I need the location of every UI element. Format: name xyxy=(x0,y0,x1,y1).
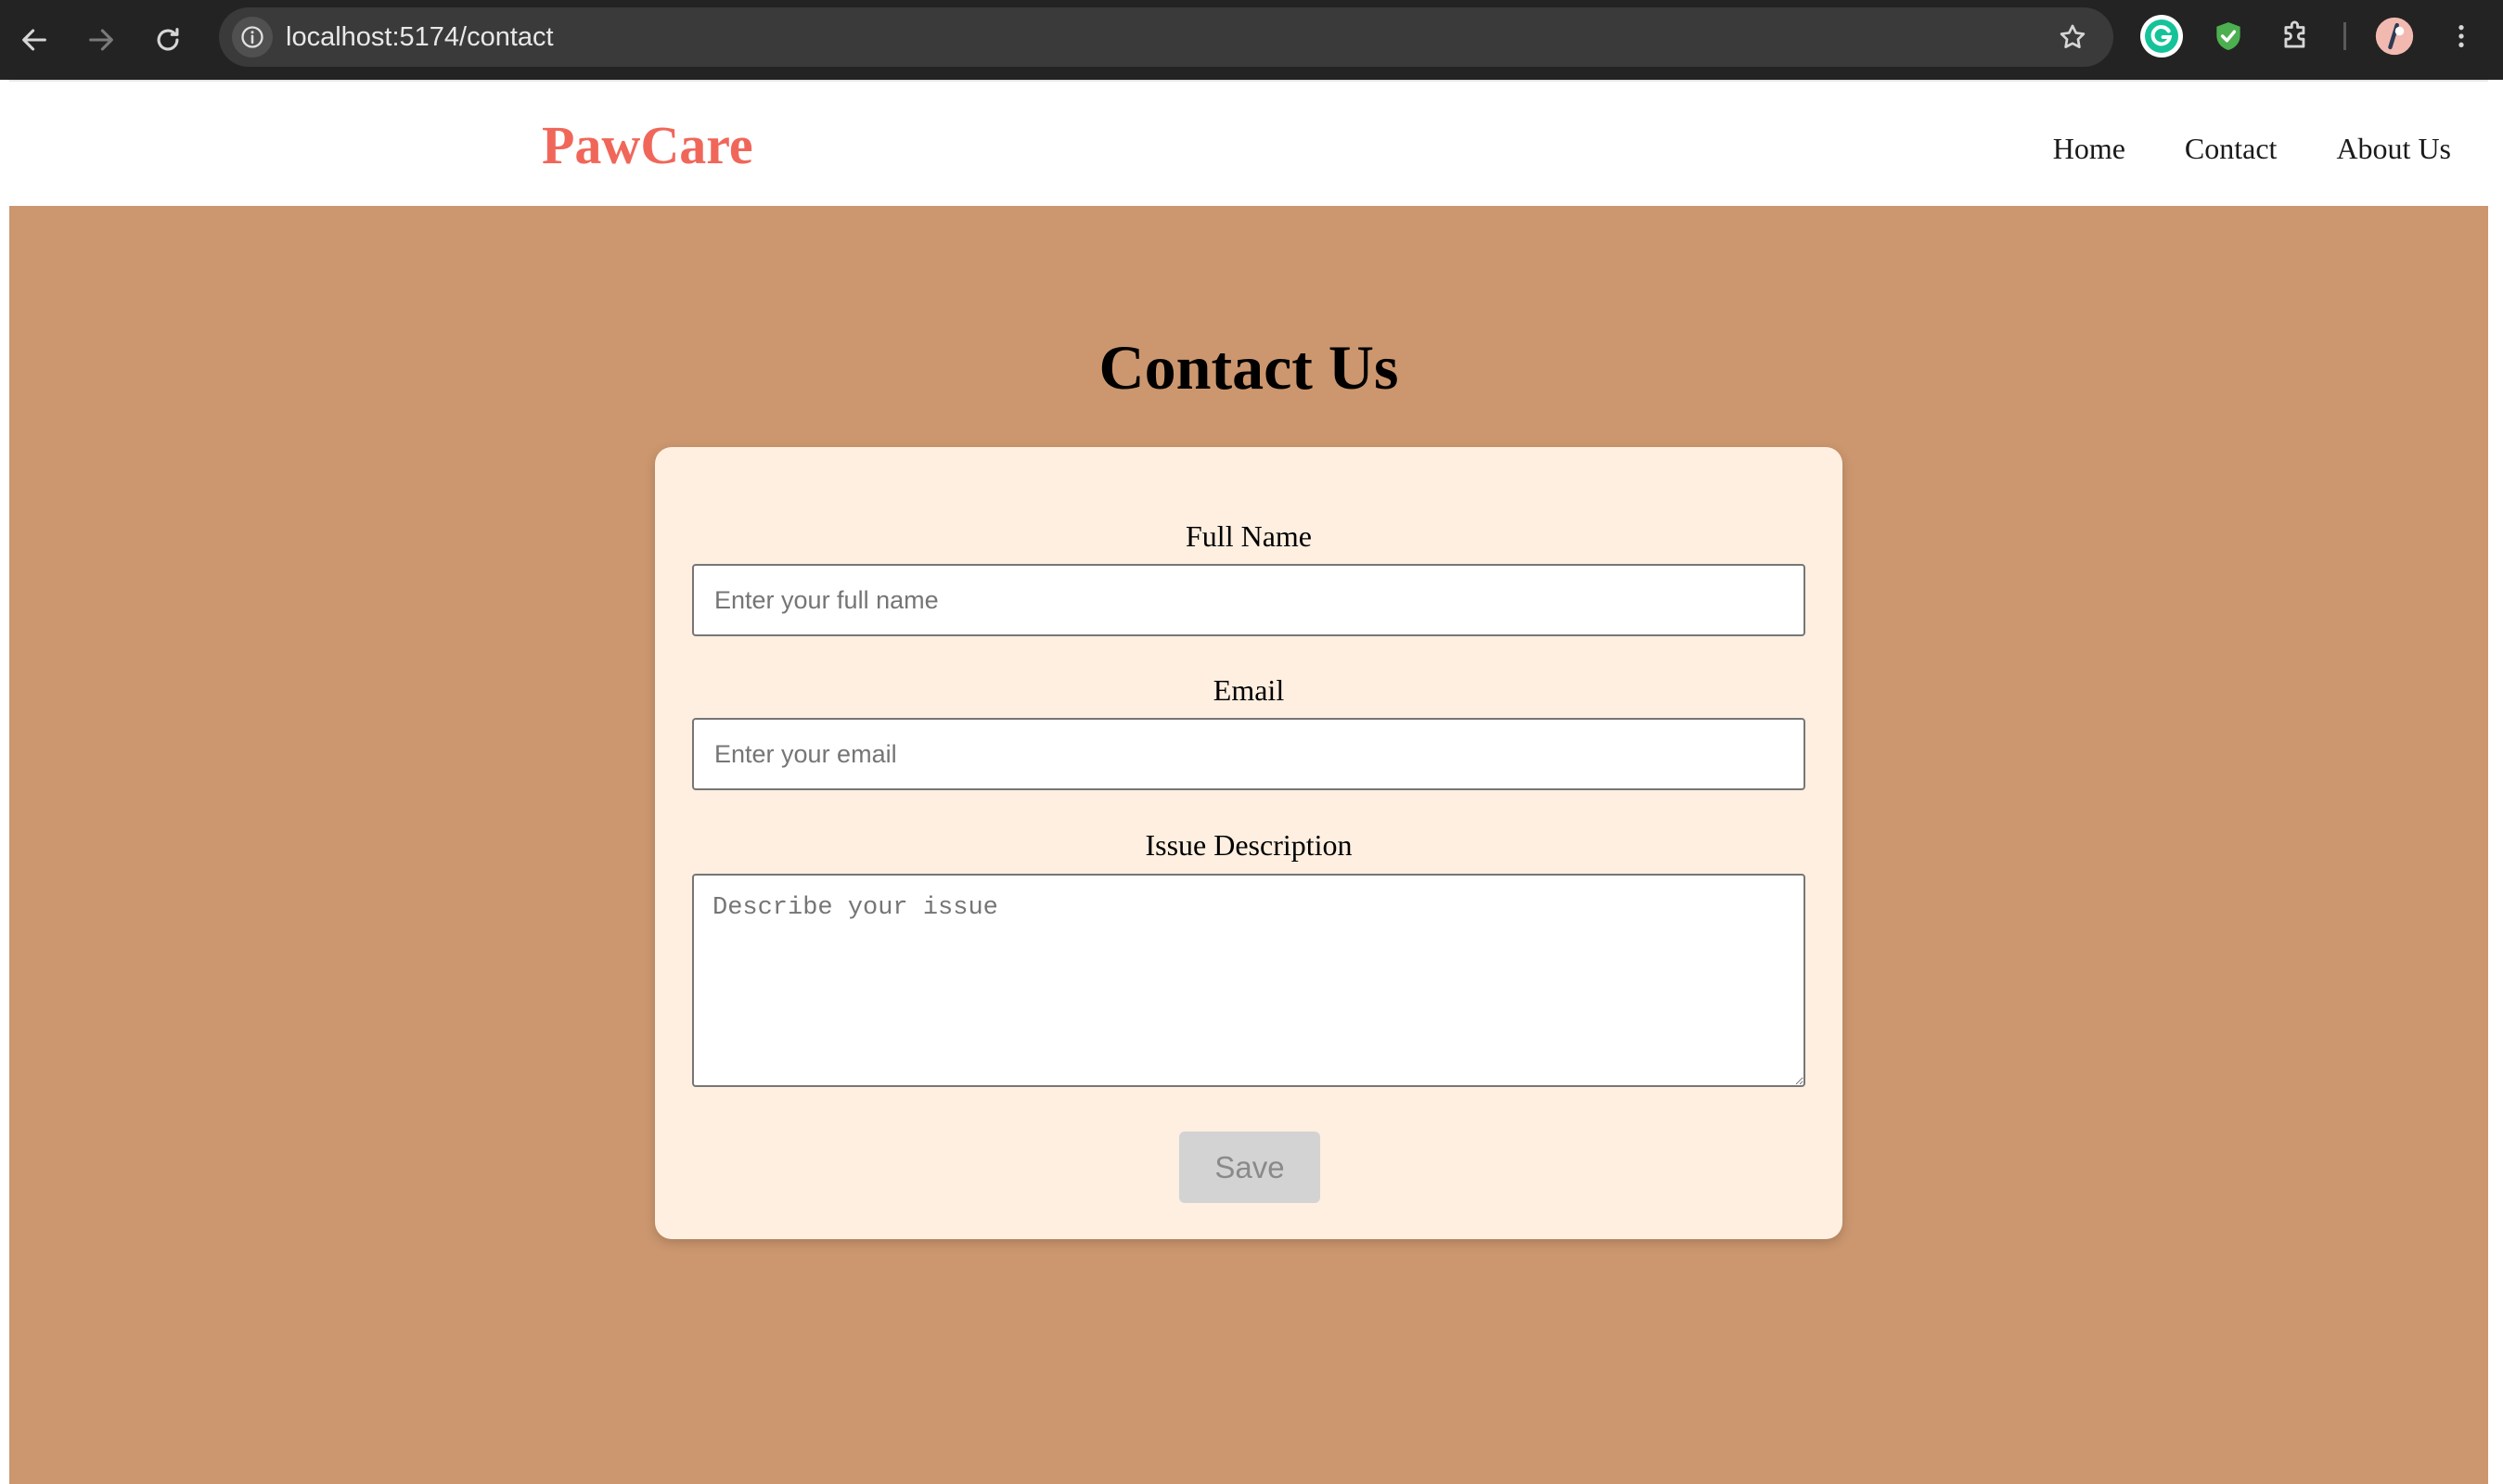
url-text[interactable]: localhost:5174/contact xyxy=(286,7,554,67)
grammarly-icon xyxy=(2140,15,2183,58)
kebab-menu-icon xyxy=(2458,25,2464,47)
shield-extension-button[interactable] xyxy=(2205,13,2252,59)
arrow-right-icon xyxy=(89,29,113,51)
page-title: Contact Us xyxy=(1098,332,1399,403)
grammarly-extension-button[interactable] xyxy=(2138,13,2185,59)
toolbar-divider xyxy=(2343,22,2346,50)
forward-button[interactable] xyxy=(78,17,124,63)
email-input[interactable] xyxy=(692,718,1805,790)
puzzle-icon xyxy=(2284,20,2305,48)
avatar xyxy=(2375,17,2414,56)
arrow-left-icon xyxy=(22,29,46,51)
reload-button[interactable] xyxy=(145,17,191,63)
contact-form: Full Name Email Issue Description Save xyxy=(655,447,1842,1239)
bookmark-button[interactable] xyxy=(2054,19,2091,56)
reload-icon xyxy=(157,28,179,51)
nav-link-contact[interactable]: Contact xyxy=(2185,134,2278,163)
contact-section: Contact Us Full Name Email Issue Descrip… xyxy=(9,206,2488,1484)
nav-link-about-us[interactable]: About Us xyxy=(2336,134,2451,163)
full-name-label: Full Name xyxy=(1186,519,1312,553)
address-bar[interactable]: localhost:5174/contact xyxy=(219,7,2113,67)
email-label: Email xyxy=(1213,673,1285,707)
shield-check-icon xyxy=(2216,21,2240,51)
page: PawCare Home Contact About Us Contact Us… xyxy=(9,80,2488,1484)
star-icon xyxy=(2060,24,2086,48)
site-header: PawCare Home Contact About Us xyxy=(9,80,2488,206)
issue-description-textarea[interactable] xyxy=(692,874,1805,1087)
browser-menu-button[interactable] xyxy=(2438,13,2484,59)
save-button[interactable]: Save xyxy=(1179,1132,1320,1203)
info-icon xyxy=(241,26,263,48)
site-info-button[interactable] xyxy=(232,17,273,58)
brand-logo[interactable]: PawCare xyxy=(542,119,753,173)
issue-description-label: Issue Description xyxy=(1145,828,1353,862)
profile-button[interactable] xyxy=(2371,13,2418,59)
extensions-button[interactable] xyxy=(2273,13,2319,59)
browser-toolbar: localhost:5174/contact xyxy=(0,0,2503,80)
site-nav: Home Contact About Us xyxy=(2053,134,2451,163)
nav-link-home[interactable]: Home xyxy=(2053,134,2125,163)
full-name-input[interactable] xyxy=(692,564,1805,636)
back-button[interactable] xyxy=(11,17,58,63)
